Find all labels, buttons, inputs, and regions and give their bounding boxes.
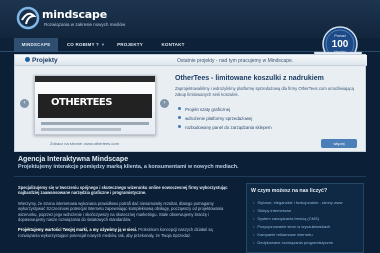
service-link[interactable]: Sklepy internetowe xyxy=(253,207,343,215)
service-link[interactable]: Dedykowane rozwiązania programistyczne xyxy=(253,239,343,247)
logo[interactable]: mindscape Rozwiązania w zakresie nowych … xyxy=(16,6,126,32)
agency-lead: Specjalizujemy się w tworzeniu spójnego … xyxy=(18,185,228,196)
logo-tagline: Rozwiązania w zakresie nowych mediów xyxy=(44,22,126,27)
services-list: Stylowe, eleganckie i funkcjonalne - str… xyxy=(253,199,343,247)
divider xyxy=(14,176,366,177)
agency-title: Agencja Interaktywna Mindscape xyxy=(18,156,129,163)
logo-swirl-icon xyxy=(16,6,40,30)
service-link[interactable]: Stylowe, eleganckie i funkcjonalne - str… xyxy=(253,199,342,207)
list-item: rozbudowany panel do zarządzania sklepem xyxy=(178,123,272,132)
agency-closing-bold: Projektujemy wartości Twojej marki, a my… xyxy=(18,227,138,233)
project-slider: ‹ OTHERTEES › Zobacz na stronie: www.oth… xyxy=(20,69,170,149)
list-item: wdrożenie platformy sprzedażowej xyxy=(178,114,272,123)
agency-text: Specjalizujemy się w tworzeniu spójnego … xyxy=(18,185,234,243)
service-link[interactable]: System zarządzania treścią (CMS) xyxy=(253,215,343,223)
badge-number: 100 xyxy=(332,39,349,50)
service-link[interactable]: Pozycjonowanie stron w wyszukiwarkach xyxy=(253,223,343,231)
projects-icon xyxy=(25,57,30,62)
feature-list: Projekt szaty graficznej wdrożenie platf… xyxy=(178,105,272,132)
nav-item-projekty[interactable]: PROJEKTY xyxy=(110,38,150,52)
nav-item-label: MINDSCAPE xyxy=(21,42,51,47)
product-description: Zaprojektowaliśmy i wdrożyliśmy platform… xyxy=(175,86,354,97)
projects-panel: Projekty Ostatnie projekty - nad tym pra… xyxy=(14,54,367,152)
badge-top-text: Ponad xyxy=(334,33,346,38)
nav-item-kontakt[interactable]: KONTAKT xyxy=(154,38,192,52)
more-button[interactable]: więcej xyxy=(321,139,357,148)
nav-item-co-robimy[interactable]: CO ROBIMY ? ▼ xyxy=(64,38,108,52)
services-title: W czym możesz na nas liczyć? xyxy=(251,188,328,194)
agency-paragraph: Wierzymy, że strona internetowa wykonana… xyxy=(18,200,224,223)
panel-header: Projekty Ostatnie projekty - nad tym pra… xyxy=(15,55,367,66)
panel-subtitle: Ostatnie projekty - nad tym pracujemy w … xyxy=(177,58,294,64)
services-box: W czym możesz na nas liczyć? Stylowe, el… xyxy=(246,183,364,253)
screenshot-topbar xyxy=(35,76,155,82)
slide-caption-link[interactable]: Zobacz na stronie: www.othertees.com xyxy=(50,141,119,146)
chevron-down-icon: ▼ xyxy=(100,42,106,47)
panel-title: Projekty xyxy=(25,57,58,64)
nav-item-label: PROJEKTY xyxy=(117,42,143,47)
nav-item-label: CO ROBIMY ? xyxy=(66,42,99,47)
nav-item-mindscape[interactable]: MINDSCAPE xyxy=(14,38,58,52)
product-title[interactable]: OtherTees - limitowane koszulki z nadruk… xyxy=(175,75,324,82)
slider-prev-icon[interactable]: ‹ xyxy=(20,99,29,108)
agency-subtitle: Projektujemy interakcje pomiędzy marką k… xyxy=(18,164,239,170)
nav-item-label: KONTAKT xyxy=(161,42,185,47)
agency-closing: Projektujemy wartości Twojej marki, a my… xyxy=(18,227,213,238)
logo-name: mindscape xyxy=(42,8,107,21)
screenshot-row xyxy=(41,122,149,125)
screenshot-logo: OTHERTEES xyxy=(51,97,112,108)
slider-next-icon[interactable]: › xyxy=(160,99,169,108)
screenshot-row xyxy=(41,128,121,131)
list-item: Projekt szaty graficznej xyxy=(178,105,272,114)
service-link[interactable]: Kampanie reklamowe internetu xyxy=(253,231,343,239)
project-screenshot[interactable]: OTHERTEES xyxy=(34,75,156,135)
